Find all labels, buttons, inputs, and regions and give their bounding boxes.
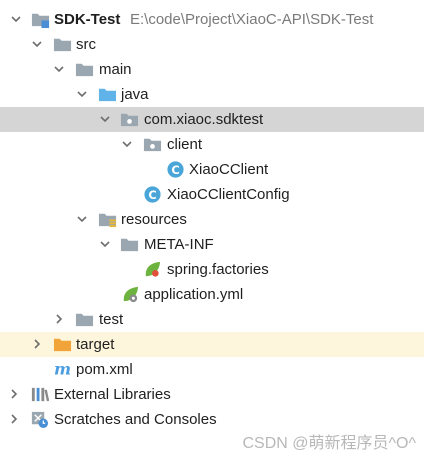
excluded-folder-icon [53, 338, 72, 352]
tree-item-label: client [167, 136, 203, 153]
chevron-down-icon[interactable] [31, 38, 43, 50]
chevron-down-icon[interactable] [53, 63, 65, 75]
folder-icon [75, 63, 94, 77]
tree-row-com-xiaoc-sdktest[interactable]: com.xiaoc.sdktest [0, 107, 424, 132]
scratches-icon [31, 411, 49, 429]
package-icon [120, 113, 139, 127]
spring-config-icon [123, 286, 139, 303]
tree-item-label: pom.xml [76, 361, 133, 378]
folder-icon [120, 238, 139, 252]
chevron-right-icon[interactable] [8, 388, 20, 400]
tree-row-spring-factories[interactable]: spring.factories [0, 257, 424, 282]
resources-folder-icon [98, 213, 117, 228]
tree-item-label: src [76, 36, 96, 53]
class-icon: C [167, 161, 184, 178]
tree-row-application-yml[interactable]: application.yml [0, 282, 424, 307]
tree-item-label: XiaoCClientConfig [167, 186, 290, 203]
chevron-down-icon[interactable] [76, 88, 88, 100]
tree-item-label: resources [121, 211, 187, 228]
tree-row-main[interactable]: main [0, 57, 424, 82]
tree-row-xiaocclientconfig[interactable]: C XiaoCClientConfig [0, 182, 424, 207]
project-name: SDK-Test [54, 11, 121, 28]
folder-icon [53, 38, 72, 52]
package-icon [143, 138, 162, 152]
chevron-down-icon[interactable] [76, 213, 88, 225]
chevron-down-icon[interactable] [99, 113, 111, 125]
tree-item-label: java [121, 86, 149, 103]
tree-item-label: Scratches and Consoles [54, 411, 217, 428]
spring-icon [145, 261, 161, 277]
class-icon: C [144, 186, 161, 203]
svg-text:m: m [54, 360, 71, 378]
source-folder-icon [98, 88, 117, 102]
watermark: CSDN @萌新程序员^O^ [242, 435, 417, 452]
tree-row-src[interactable]: src [0, 32, 424, 57]
folder-icon [75, 313, 94, 327]
tree-item-label: test [99, 311, 124, 328]
chevron-right-icon[interactable] [53, 313, 65, 325]
tree-item-label: application.yml [144, 286, 244, 303]
chevron-down-icon[interactable] [121, 138, 133, 150]
tree-row-target[interactable]: target [0, 332, 424, 357]
tree-row-external-libraries[interactable]: External Libraries [0, 382, 424, 407]
chevron-right-icon[interactable] [8, 413, 20, 425]
maven-icon: m [54, 360, 71, 378]
tree-item-label: XiaoCClient [189, 161, 269, 178]
tree-row-meta-inf[interactable]: META-INF [0, 232, 424, 257]
tree-row-test[interactable]: test [0, 307, 424, 332]
tree-row-pom-xml[interactable]: m pom.xml [0, 357, 424, 382]
tree-item-label: target [76, 336, 115, 353]
tree-row-java[interactable]: java [0, 82, 424, 107]
tree-item-label: META-INF [144, 236, 214, 253]
chevron-down-icon[interactable] [99, 238, 111, 250]
chevron-right-icon[interactable] [31, 338, 43, 350]
module-folder-icon [31, 13, 50, 29]
tree-row-project-root[interactable]: SDK-Test E:\code\Project\XiaoC-API\SDK-T… [0, 7, 424, 32]
project-path: E:\code\Project\XiaoC-API\SDK-Test [130, 11, 374, 28]
svg-text:C: C [148, 188, 156, 202]
tree-item-label: main [99, 61, 132, 78]
libraries-icon [31, 387, 49, 402]
tree-row-xiaocclient[interactable]: C XiaoCClient [0, 157, 424, 182]
tree-item-label: com.xiaoc.sdktest [144, 111, 264, 128]
chevron-down-icon[interactable] [10, 13, 22, 25]
tree-item-label: spring.factories [167, 261, 269, 278]
tree-item-label: External Libraries [54, 386, 171, 403]
tree-row-client[interactable]: client [0, 132, 424, 157]
svg-text:C: C [171, 163, 179, 177]
tree-row-resources[interactable]: resources [0, 207, 424, 232]
